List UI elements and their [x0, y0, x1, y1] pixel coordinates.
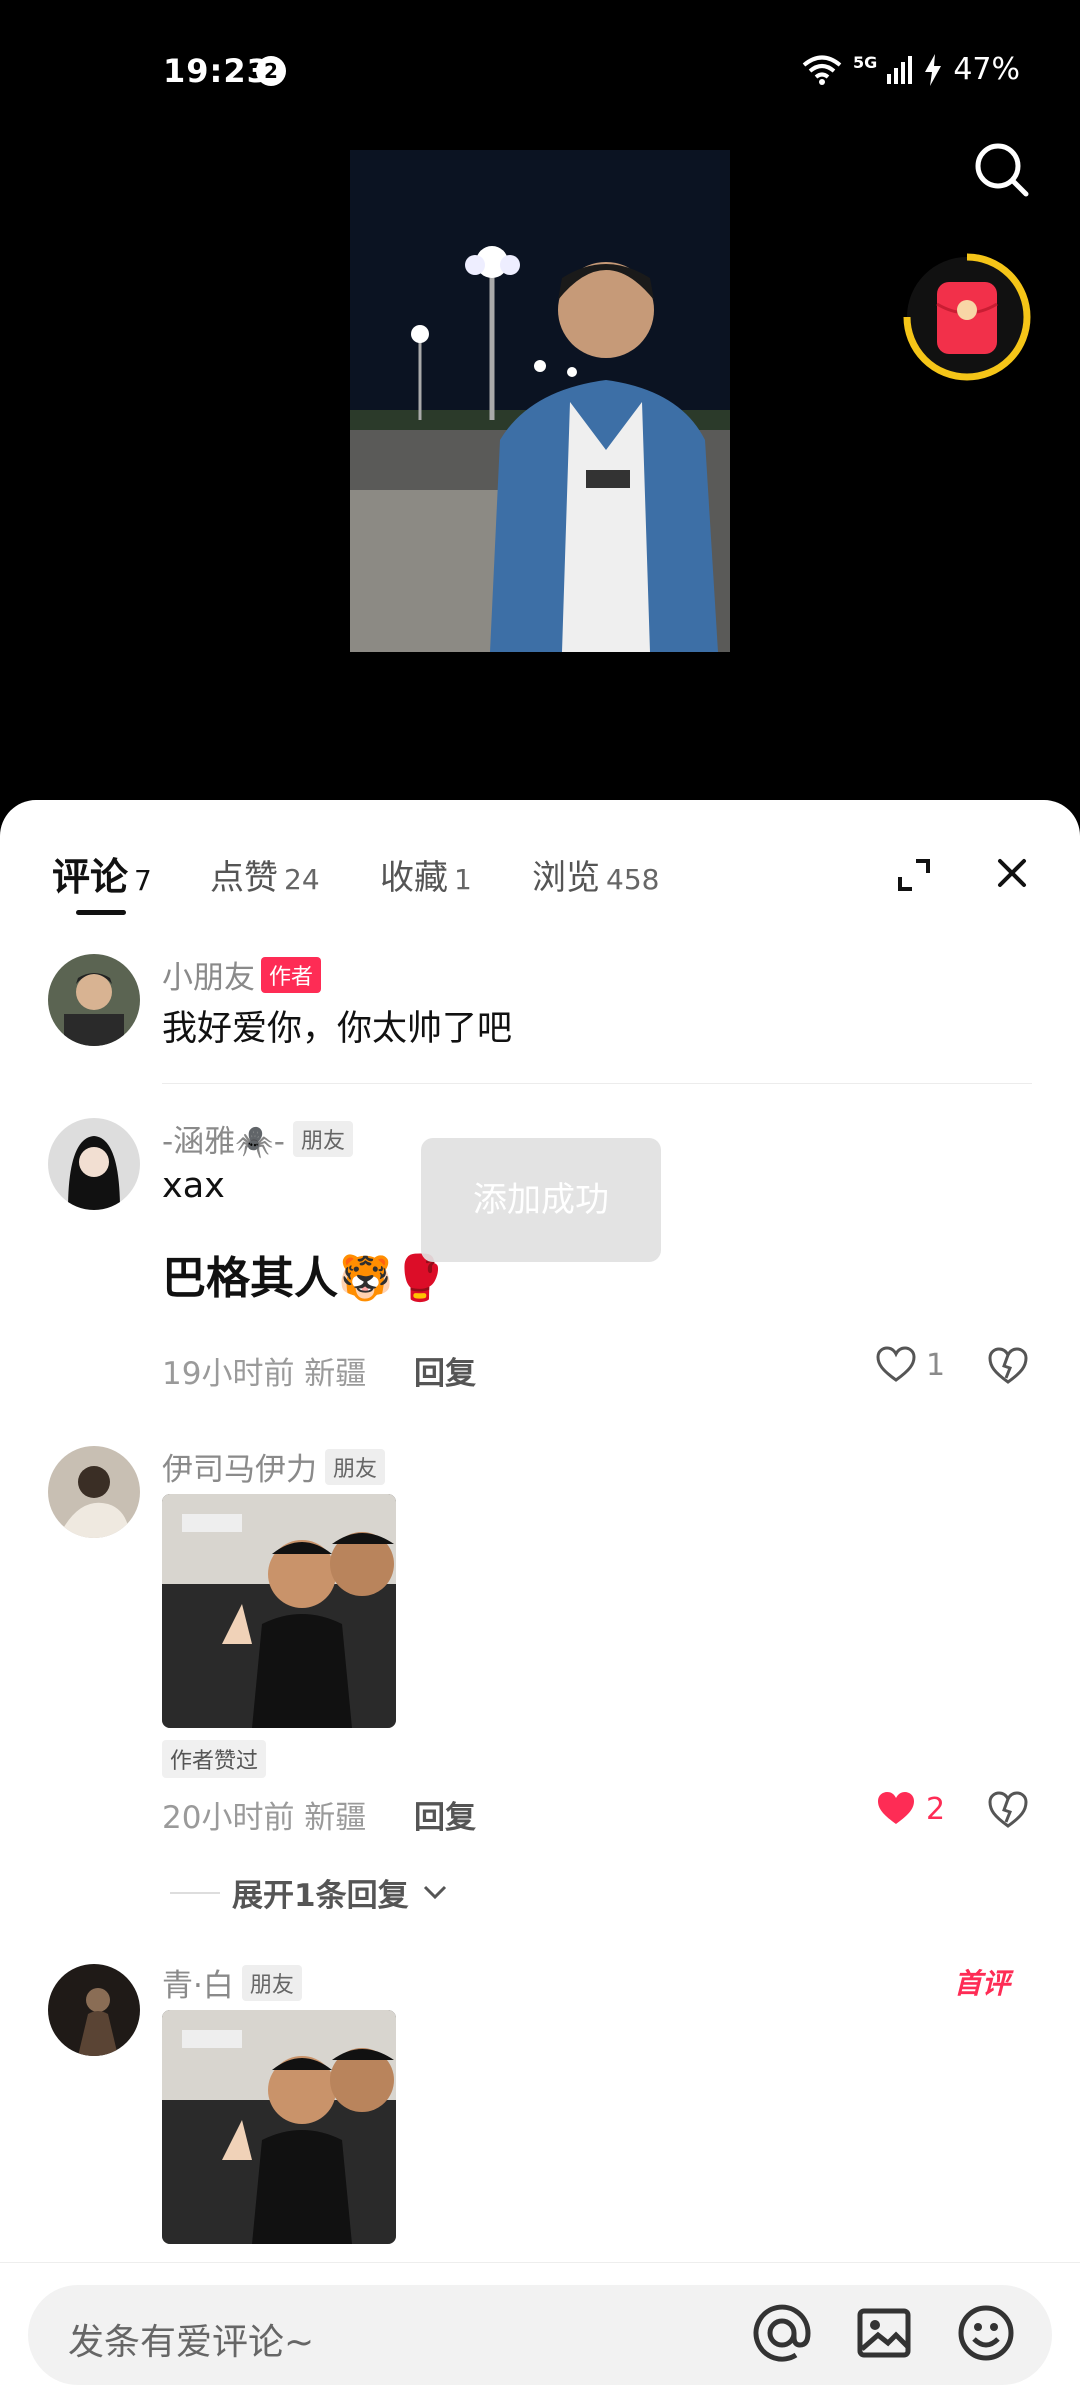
heart-icon — [878, 1792, 914, 1824]
avatar[interactable] — [48, 1446, 140, 1538]
comment-image[interactable] — [162, 1494, 396, 1728]
expand-icon[interactable] — [894, 855, 934, 895]
comment-username[interactable]: 小朋友 作者 — [162, 952, 322, 997]
wifi-icon — [802, 55, 842, 85]
signal-icon — [887, 55, 913, 84]
username-text[interactable]: 伊司马伊力 — [162, 1452, 317, 1488]
tab-count: 458 — [606, 863, 660, 896]
avatar[interactable] — [48, 1964, 140, 2056]
dislike-heart-icon[interactable] — [988, 1346, 1028, 1386]
avatar[interactable] — [48, 1118, 140, 1210]
username-text[interactable]: 小朋友 — [162, 960, 255, 996]
tab-views[interactable]: 浏览 458 — [532, 850, 659, 899]
tab-count: 7 — [134, 864, 152, 897]
comment-text[interactable]: xax — [162, 1166, 225, 1206]
divider — [162, 1083, 1032, 1084]
red-packet-icon[interactable] — [902, 252, 1032, 382]
status-right: 5G 47% — [801, 52, 1020, 87]
expand-replies-button[interactable]: 展开1条回复 — [170, 1870, 449, 1915]
charging-icon — [925, 53, 942, 86]
comment-image[interactable] — [162, 2010, 396, 2244]
tab-count: 24 — [284, 863, 320, 896]
heart-icon — [876, 1346, 916, 1382]
like-button[interactable]: 1 — [876, 1346, 945, 1384]
post-photo[interactable] — [350, 150, 730, 652]
tab-label: 浏览 — [532, 858, 600, 898]
status-bar: 19:23 2 5G 47% — [0, 0, 1080, 140]
username-text[interactable]: 青·白 — [162, 1968, 234, 2004]
first-comment-tag: 首评 — [954, 1967, 1011, 2000]
avatar[interactable] — [48, 954, 140, 1046]
photo-illustration — [350, 150, 730, 652]
expand-line — [170, 1891, 220, 1894]
comment-text[interactable]: 我好爱你，你太帅了吧 — [162, 1000, 512, 1051]
comment-input-placeholder[interactable]: 发条有爱评论~ — [68, 2313, 314, 2365]
comment-username[interactable]: 伊司马伊力 朋友 — [162, 1444, 386, 1489]
comment-input-bar: 发条有爱评论~ — [0, 2262, 1080, 2401]
tab-comments[interactable]: 评论 7 — [52, 846, 152, 901]
status-time: 19:23 — [163, 52, 270, 90]
like-count: 2 — [926, 1791, 946, 1827]
comment-meta: 19小时前 新疆 — [162, 1356, 367, 1392]
image-icon[interactable] — [854, 2303, 914, 2363]
close-icon[interactable] — [992, 853, 1032, 893]
like-count: 1 — [926, 1347, 946, 1383]
at-icon[interactable] — [752, 2303, 812, 2363]
notification-count-badge: 2 — [256, 56, 286, 86]
tab-likes[interactable]: 点赞 24 — [210, 850, 320, 899]
like-button[interactable]: 2 — [876, 1790, 945, 1828]
reply-button[interactable]: 回复 — [414, 1348, 476, 1393]
tab-label: 收藏 — [380, 858, 448, 898]
battery-percent: 47% — [953, 52, 1020, 87]
username-text[interactable]: -涵雅🕷️- — [162, 1124, 285, 1160]
comment-meta: 20小时前 新疆 — [162, 1800, 367, 1836]
comment-text-line2[interactable]: 巴格其人🐯🥊 — [162, 1242, 448, 1306]
dislike-heart-icon[interactable] — [988, 1790, 1028, 1830]
friend-badge: 朋友 — [325, 1449, 386, 1485]
tab-count: 1 — [454, 863, 472, 896]
reply-button[interactable]: 回复 — [414, 1792, 476, 1837]
tab-label: 评论 — [52, 855, 129, 899]
author-badge: 作者 — [261, 957, 322, 993]
tab-underline — [76, 910, 126, 915]
comment-username[interactable]: -涵雅🕷️- 朋友 — [162, 1116, 353, 1161]
author-liked-tag: 作者赞过 — [162, 1740, 267, 1778]
friend-badge: 朋友 — [292, 1121, 353, 1157]
emoji-icon[interactable] — [956, 2303, 1016, 2363]
comments-sheet: 评论 7 点赞 24 收藏 1 浏览 458 小朋友 作者 我好爱你，你太帅了吧 -涵雅🕷… — [0, 800, 1080, 2400]
tab-favorites[interactable]: 收藏 1 — [380, 850, 472, 899]
friend-badge: 朋友 — [241, 1965, 302, 2001]
toast-message: 添加成功 — [421, 1138, 661, 1262]
search-icon[interactable] — [972, 140, 1032, 200]
expand-replies-label: 展开1条回复 — [232, 1878, 409, 1914]
comment-username[interactable]: 青·白 朋友 — [162, 1960, 302, 2005]
network-type: 5G — [853, 53, 878, 72]
tab-label: 点赞 — [210, 858, 278, 898]
chevron-down-icon — [423, 1885, 446, 1899]
